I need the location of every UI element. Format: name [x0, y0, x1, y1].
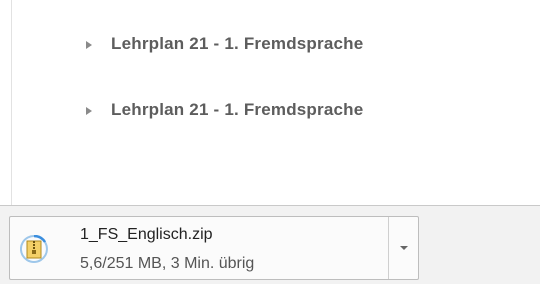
chevron-down-icon [400, 246, 408, 250]
download-menu-button[interactable] [389, 217, 419, 279]
download-progress-status: 5,6/251 MB, 3 Min. übrig [80, 255, 255, 272]
page-content: Lehrplan 21 - 1. Fremdsprache Lehrplan 2… [0, 0, 540, 205]
disclosure-triangle-icon[interactable] [86, 40, 92, 49]
zip-archive-icon [20, 235, 48, 263]
download-file-name: 1_FS_Englisch.zip [80, 226, 213, 243]
disclosure-triangle-icon[interactable] [86, 106, 92, 115]
page-border [11, 0, 12, 205]
list-item-label[interactable]: Lehrplan 21 - 1. Fremdsprache [111, 34, 363, 54]
list-item-label[interactable]: Lehrplan 21 - 1. Fremdsprache [111, 100, 363, 120]
download-item[interactable]: 1_FS_Englisch.zip 5,6/251 MB, 3 Min. übr… [9, 216, 419, 280]
download-bar: 1_FS_Englisch.zip 5,6/251 MB, 3 Min. übr… [0, 205, 540, 284]
list-item[interactable]: Lehrplan 21 - 1. Fremdsprache [86, 96, 363, 124]
list-item[interactable]: Lehrplan 21 - 1. Fremdsprache [86, 30, 363, 58]
